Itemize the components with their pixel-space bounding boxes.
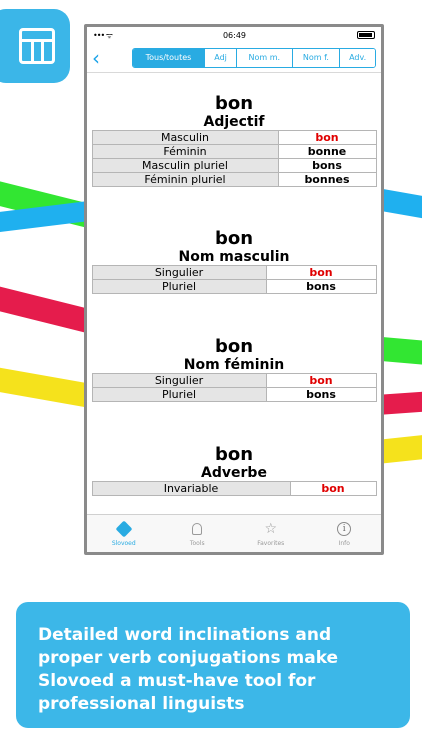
inflection-content: bon Adjectif Masculin bon Féminin bonne … <box>87 94 381 496</box>
table-row: Singulier bon <box>91 265 377 280</box>
tab-noun-feminine[interactable]: Nom f. <box>291 48 340 67</box>
entry-adjective: bon Adjectif Masculin bon Féminin bonne … <box>87 94 381 187</box>
form-label: Féminin <box>91 144 279 159</box>
lightbulb-icon <box>188 520 206 538</box>
entry-noun-masculine: bon Nom masculin Singulier bon Pluriel b… <box>87 229 381 294</box>
tab-label: Favorites <box>257 540 285 547</box>
inflection-table: Masculin bon Féminin bonne Masculin plur… <box>91 130 377 187</box>
tab-info[interactable]: i Info <box>308 515 382 552</box>
table-row: Masculin pluriel bons <box>91 158 377 173</box>
tab-bar: Slovoed Tools ☆ Favorites i Info <box>87 514 381 552</box>
form-value: bons <box>277 158 377 173</box>
inflection-table: Singulier bon Pluriel bons <box>91 265 377 294</box>
tab-noun-masculine[interactable]: Nom m. <box>235 48 292 67</box>
table-row: Féminin pluriel bonnes <box>91 172 377 187</box>
form-value: bon <box>265 373 377 388</box>
form-value: bonne <box>277 144 377 159</box>
form-label: Pluriel <box>91 279 267 294</box>
tab-label: Slovoed <box>111 540 136 547</box>
form-value: bonnes <box>277 172 377 187</box>
tab-slovoed[interactable]: Slovoed <box>87 515 161 552</box>
table-row: Pluriel bons <box>91 387 377 402</box>
battery-icon <box>356 31 375 39</box>
form-label: Masculin pluriel <box>91 158 279 173</box>
pos-filter-segmented-control: Tous/toutes Adj Nom m. Nom f. Adv. <box>131 47 376 68</box>
form-value: bons <box>265 387 377 402</box>
table-grid-icon <box>19 28 55 64</box>
form-label: Singulier <box>91 265 267 280</box>
table-row: Singulier bon <box>91 373 377 388</box>
promo-caption: Detailed word inclinations and proper ve… <box>16 602 410 728</box>
form-value: bon <box>265 265 377 280</box>
status-bar: ••• ᯤ 06:49 <box>87 27 381 43</box>
part-of-speech: Adverbe <box>201 465 267 481</box>
form-value: bon <box>277 130 377 145</box>
info-icon: i <box>335 520 353 538</box>
headword: bon <box>214 336 254 357</box>
tab-favorites[interactable]: ☆ Favorites <box>234 515 308 552</box>
tab-label: Tools <box>189 540 205 547</box>
entry-noun-feminine: bon Nom féminin Singulier bon Pluriel bo… <box>87 337 381 402</box>
table-row: Féminin bonne <box>91 144 377 159</box>
entry-adverb: bon Adverbe Invariable bon <box>87 445 381 496</box>
slovoed-diamond-icon <box>115 520 133 538</box>
headword: bon <box>214 93 254 114</box>
app-icon <box>0 9 70 83</box>
status-time: 06:49 <box>222 30 247 40</box>
table-row: Invariable bon <box>91 481 377 496</box>
chevron-left-icon[interactable]: ‹ <box>92 46 132 70</box>
phone-screen: ••• ᯤ 06:49 ‹ Tous/toutes Adj Nom m. Nom… <box>84 24 384 555</box>
form-label: Pluriel <box>91 387 267 402</box>
tab-all[interactable]: Tous/toutes <box>132 48 205 67</box>
form-label: Singulier <box>91 373 267 388</box>
star-icon: ☆ <box>264 521 278 537</box>
tab-tools[interactable]: Tools <box>161 515 235 552</box>
table-row: Masculin bon <box>91 130 377 145</box>
inflection-table: Invariable bon <box>91 481 377 496</box>
part-of-speech: Nom féminin <box>183 357 285 373</box>
form-label: Féminin pluriel <box>91 172 279 187</box>
headword: bon <box>214 444 254 465</box>
form-label: Invariable <box>91 481 291 496</box>
tab-adverb[interactable]: Adv. <box>339 48 375 67</box>
table-row: Pluriel bons <box>91 279 377 294</box>
toolbar: ‹ Tous/toutes Adj Nom m. Nom f. Adv. <box>87 43 381 73</box>
part-of-speech: Adjectif <box>203 114 265 130</box>
form-value: bons <box>265 279 377 294</box>
inflection-table: Singulier bon Pluriel bons <box>91 373 377 402</box>
form-value: bon <box>289 481 377 496</box>
headword: bon <box>214 228 254 249</box>
tab-adjective[interactable]: Adj <box>204 48 236 67</box>
form-label: Masculin <box>91 130 279 145</box>
part-of-speech: Nom masculin <box>178 249 290 265</box>
signal-wifi-icon: ••• ᯤ <box>93 30 113 40</box>
tab-label: Info <box>338 540 350 547</box>
